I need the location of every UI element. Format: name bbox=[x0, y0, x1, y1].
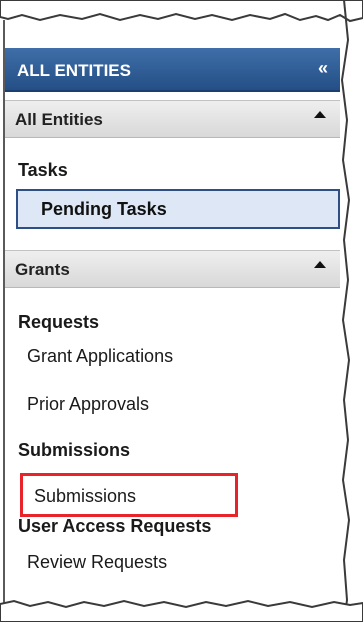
panel-title: ALL ENTITIES bbox=[17, 61, 131, 80]
torn-edge-bottom bbox=[0, 599, 363, 622]
group-submissions-label: Submissions bbox=[18, 440, 131, 460]
nav-item-submissions[interactable]: Submissions bbox=[34, 486, 136, 507]
collapse-triangle-icon[interactable] bbox=[314, 261, 326, 268]
group-user-access-label: User Access Requests bbox=[18, 516, 212, 536]
torn-edge-top bbox=[0, 0, 363, 23]
nav-item-grant-applications[interactable]: Grant Applications bbox=[27, 346, 173, 367]
section-all-entities-label: All Entities bbox=[15, 110, 103, 129]
torn-edge-right bbox=[340, 0, 351, 622]
section-grants-label: Grants bbox=[15, 260, 70, 279]
section-grants[interactable]: Grants bbox=[5, 250, 340, 288]
panel-header: ALL ENTITIES « bbox=[5, 48, 340, 92]
navigation-panel: ALL ENTITIES « All Entities Tasks Pendin… bbox=[5, 48, 340, 600]
nav-item-prior-approvals[interactable]: Prior Approvals bbox=[27, 394, 149, 415]
nav-item-pending-tasks[interactable]: Pending Tasks bbox=[16, 189, 340, 229]
nav-item-review-requests[interactable]: Review Requests bbox=[27, 552, 167, 573]
highlighted-submissions-link[interactable]: Submissions bbox=[20, 473, 238, 517]
section-all-entities[interactable]: All Entities bbox=[5, 100, 340, 138]
group-tasks-label: Tasks bbox=[18, 160, 68, 180]
collapse-triangle-icon[interactable] bbox=[314, 111, 326, 118]
group-requests-label: Requests bbox=[18, 312, 100, 332]
collapse-double-chevron-icon[interactable]: « bbox=[318, 58, 328, 79]
